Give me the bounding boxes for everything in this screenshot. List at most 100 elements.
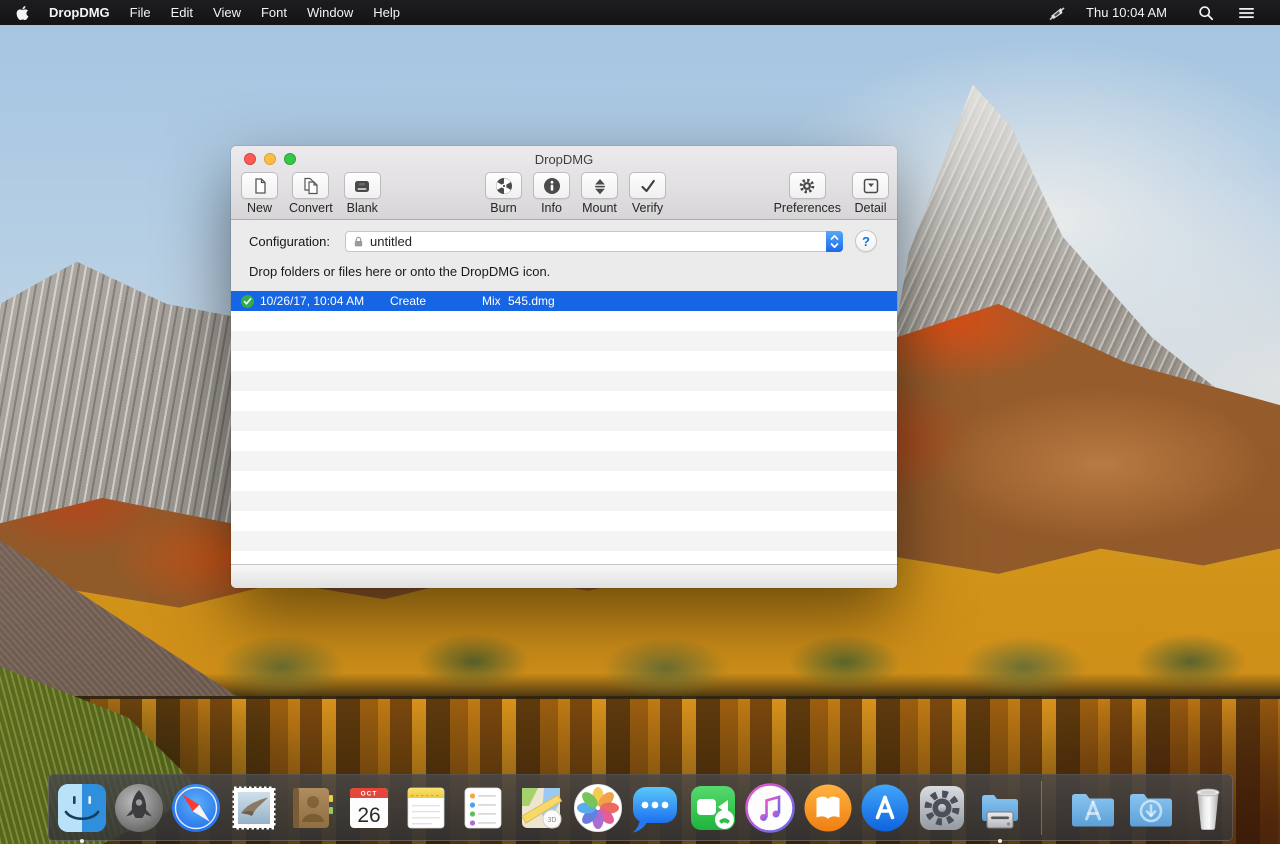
success-check-icon [241,295,254,308]
system-preferences-icon [914,780,970,836]
menu-edit[interactable]: Edit [161,0,203,25]
blank-disc-icon [353,177,371,195]
dock-launchpad[interactable] [111,780,167,836]
toolbar-label: New [247,201,272,215]
dock-applications-folder[interactable] [1065,780,1121,836]
dock-finder[interactable] [54,780,110,836]
dock-facetime[interactable] [685,780,741,836]
toolbar-group-right: Preferences Detail [774,172,889,215]
close-button[interactable] [244,153,256,165]
configuration-label: Configuration: [249,234,330,249]
dock-dropdmg[interactable] [972,780,1028,836]
configuration-value: untitled [370,234,412,249]
dock-calendar[interactable]: OCT 26 [341,780,397,836]
ibooks-icon [800,780,856,836]
traffic-lights [244,153,296,165]
zoom-button[interactable] [284,153,296,165]
mount-eject-icon [591,177,609,195]
detail-panel-icon [862,177,880,195]
photos-icon [570,780,626,836]
flag-status-menu[interactable] [1038,5,1076,21]
dock-downloads-folder[interactable] [1123,780,1179,836]
dock-contacts[interactable] [283,780,339,836]
menu-help[interactable]: Help [363,0,410,25]
downloads-folder-icon [1123,780,1179,836]
messages-icon [627,780,683,836]
dock-notes[interactable] [398,780,454,836]
contacts-icon [283,780,339,836]
log-date: 10/26/17, 10:04 AM [260,294,390,308]
menu-file[interactable]: File [120,0,161,25]
toolbar-label: Preferences [774,201,841,215]
toolbar-button-burn[interactable]: Burn [485,172,522,215]
menu-app-name[interactable]: DropDMG [39,0,120,25]
itunes-icon [742,780,798,836]
menu-window[interactable]: Window [297,0,363,25]
notification-center-menu[interactable] [1229,6,1264,20]
toolbar-button-verify[interactable]: Verify [629,172,666,215]
svg-text:3D: 3D [547,817,556,824]
log-file-name: 545.dmg [508,294,897,308]
menu-bar: DropDMG File Edit View Font Window Help … [0,0,1280,25]
mail-icon [226,780,282,836]
toolbar-button-info[interactable]: Info [533,172,570,215]
facetime-icon [685,780,741,836]
info-icon [543,177,561,195]
configuration-popup[interactable]: untitled [345,231,843,252]
new-document-icon [251,177,269,195]
burn-icon [495,177,513,195]
configuration-panel: Configuration: untitled ? Drop folders o… [231,220,897,291]
help-button[interactable]: ? [855,230,877,252]
safari-icon [168,780,224,836]
dock-divider [1041,781,1042,835]
apple-menu[interactable] [6,0,39,25]
toolbar-button-new[interactable]: New [241,172,278,215]
toolbar-group-left: New Convert Blank [241,172,381,215]
toolbar-group-center: Burn Info Mount Verify [485,172,666,215]
finder-icon [54,780,110,836]
toolbar: New Convert Blank Burn [231,172,897,219]
dock-appstore[interactable] [857,780,913,836]
log-list[interactable]: 10/26/17, 10:04 AM Create Mix 545.dmg [231,291,897,564]
toolbar-button-detail[interactable]: Detail [852,172,889,215]
menu-bar-status-area: Thu 10:04 AM [1038,5,1264,21]
title-bar[interactable]: DropDMG [231,146,897,172]
dock-trash[interactable] [1180,780,1236,836]
menu-view[interactable]: View [203,0,251,25]
notes-icon [398,780,454,836]
window-title: DropDMG [535,152,594,167]
dock-photos[interactable] [570,780,626,836]
drop-hint-text: Drop folders or files here or onto the D… [249,264,550,279]
dock-mail[interactable] [226,780,282,836]
log-row-selected[interactable]: 10/26/17, 10:04 AM Create Mix 545.dmg [231,291,897,311]
dock-itunes[interactable] [742,780,798,836]
toolbar-label: Detail [855,201,887,215]
svg-text:26: 26 [357,804,380,827]
menu-font[interactable]: Font [251,0,297,25]
applications-folder-icon [1065,780,1121,836]
toolbar-label: Blank [347,201,378,215]
trash-icon [1180,780,1236,836]
toolbar-button-mount[interactable]: Mount [581,172,618,215]
toolbar-button-blank[interactable]: Blank [344,172,381,215]
menu-bar-clock[interactable]: Thu 10:04 AM [1076,5,1177,20]
toolbar-button-convert[interactable]: Convert [289,172,333,215]
notification-center-icon [1238,6,1255,20]
dock-reminders[interactable] [455,780,511,836]
calendar-icon: OCT 26 [341,780,397,836]
dock-system-preferences[interactable] [914,780,970,836]
dropdmg-icon [972,780,1028,836]
minimize-button[interactable] [264,153,276,165]
toolbar-label: Verify [632,201,663,215]
dock-maps[interactable]: 3D [513,780,569,836]
popup-stepper[interactable] [826,231,843,252]
dock-ibooks[interactable] [800,780,856,836]
convert-documents-icon [302,177,320,195]
toolbar-label: Mount [582,201,617,215]
dock-messages[interactable] [627,780,683,836]
toolbar-button-preferences[interactable]: Preferences [774,172,841,215]
spotlight-menu[interactable] [1189,5,1223,21]
maps-icon: 3D [513,780,569,836]
desktop: DropDMG File Edit View Font Window Help … [0,0,1280,844]
dock-safari[interactable] [168,780,224,836]
